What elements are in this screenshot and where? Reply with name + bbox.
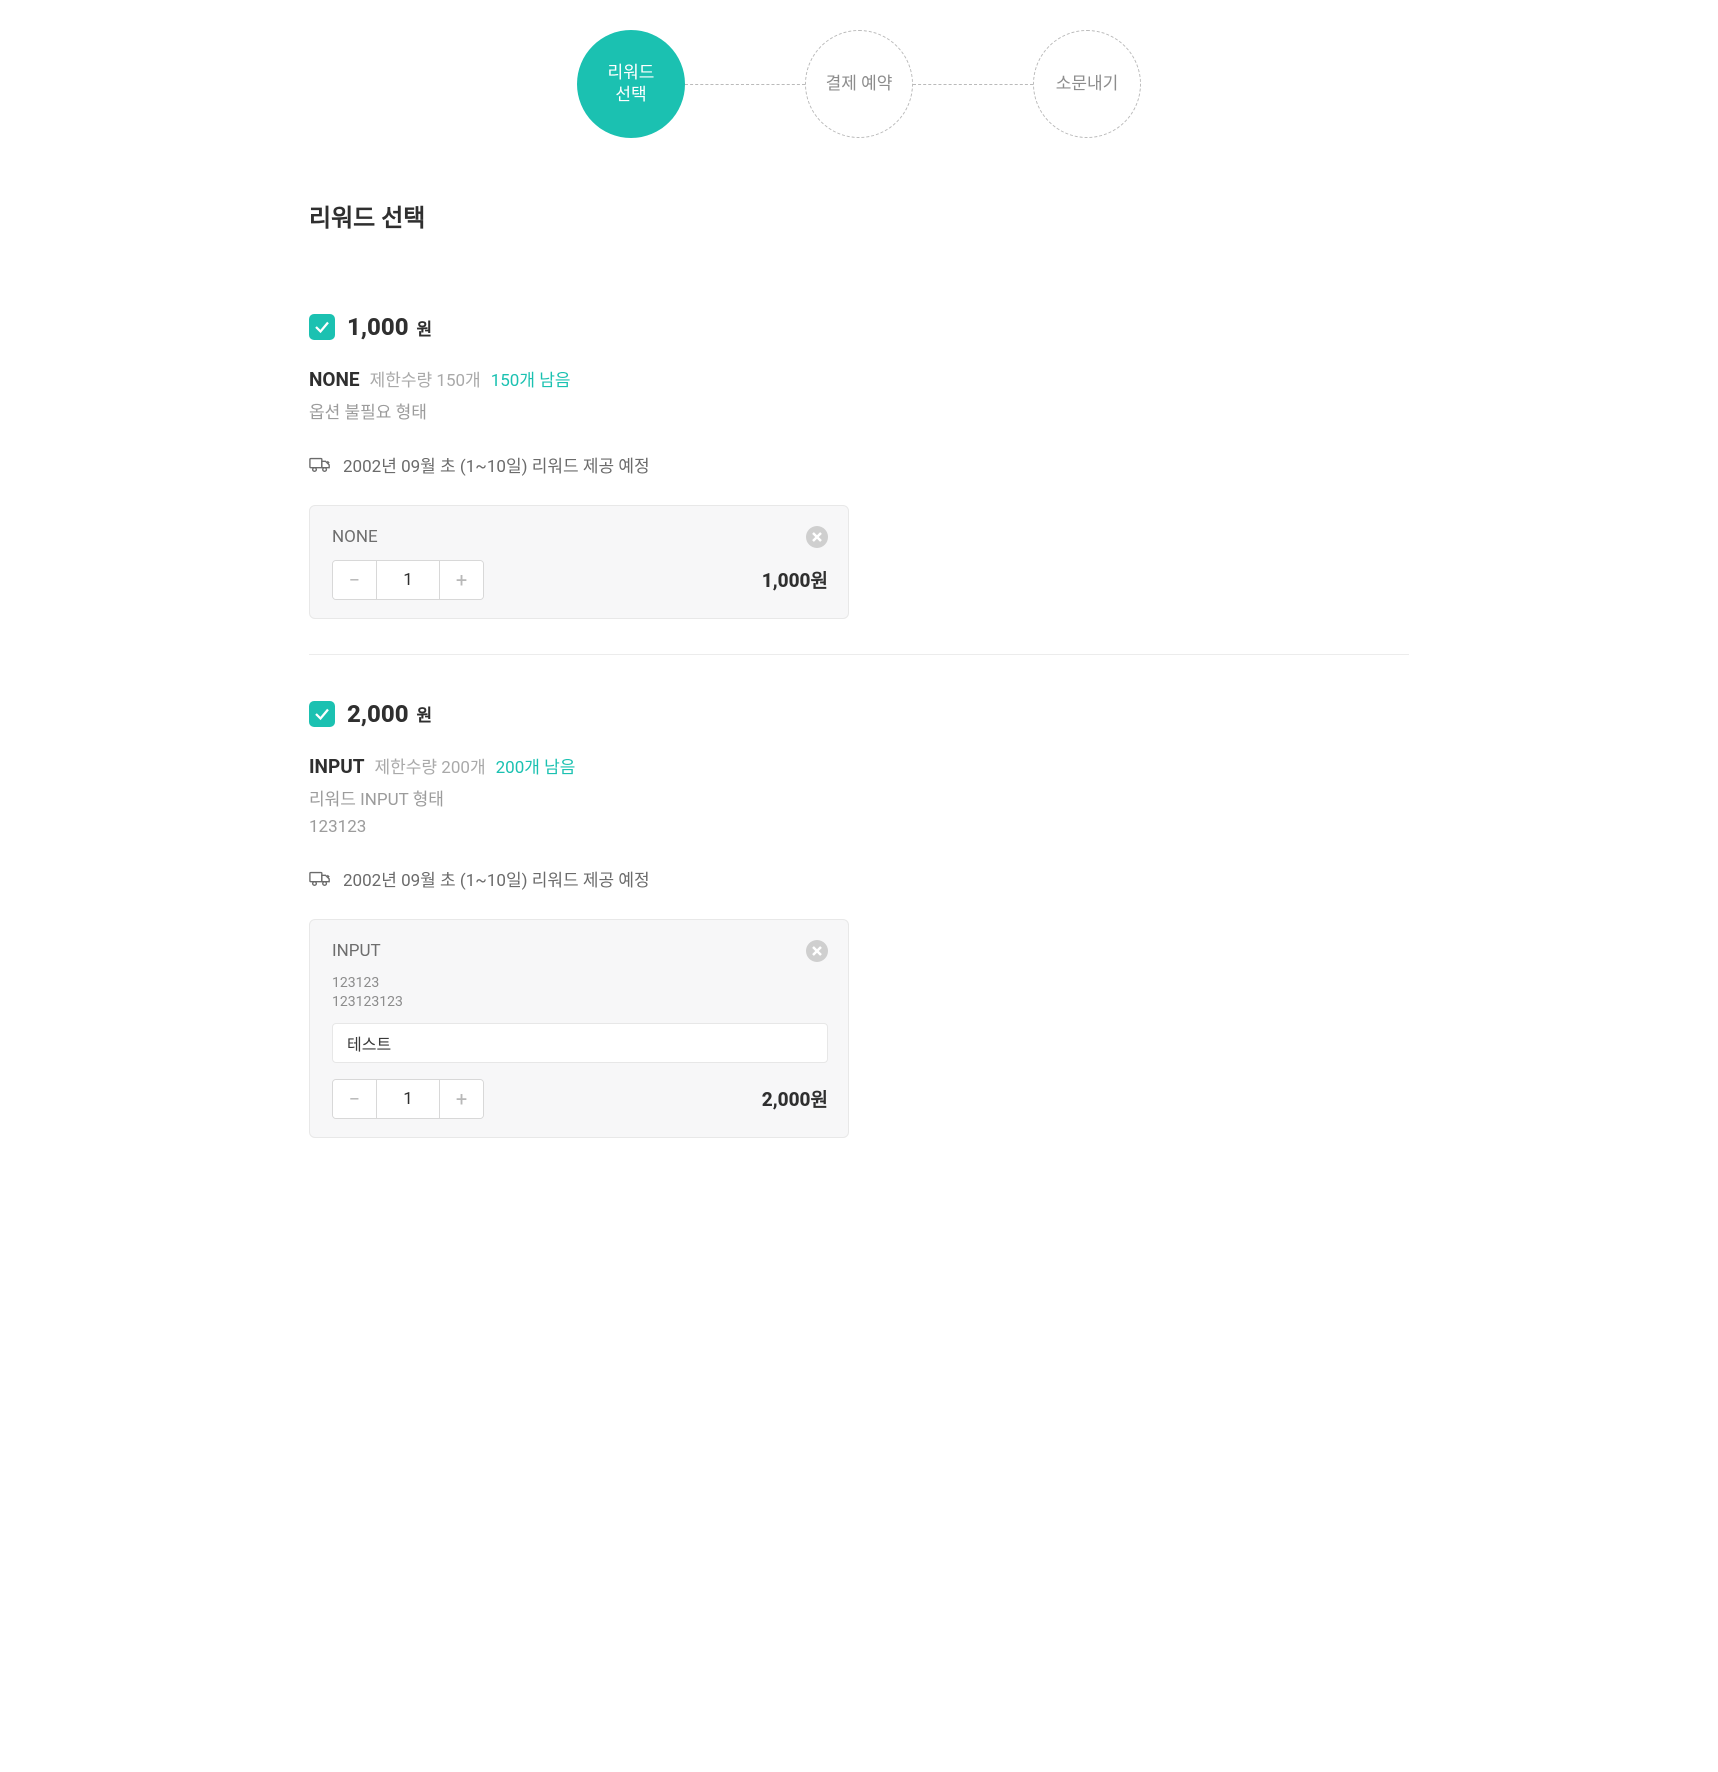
check-icon <box>313 318 331 336</box>
selection-card: NONE − 1 + 1,000원 <box>309 505 849 619</box>
quantity-stepper: − 1 + <box>332 560 484 600</box>
reward-price: 1,000 <box>347 313 409 341</box>
truck-icon <box>309 455 331 473</box>
reward-item: 1,000 원 NONE 제한수량 150개 150개 남음 옵션 불필요 형태… <box>309 313 1409 654</box>
quantity-value: 1 <box>377 1080 439 1118</box>
reward-price-row[interactable]: 1,000 원 <box>309 313 1409 341</box>
selection-subtotal: 1,000원 <box>762 566 828 593</box>
step-payment: 결제 예약 <box>805 30 913 138</box>
reward-description: 리워드 INPUT 형태 <box>309 788 1409 814</box>
section-title: 리워드 선택 <box>309 198 1409 233</box>
quantity-stepper: − 1 + <box>332 1079 484 1119</box>
selection-title: NONE <box>332 527 378 547</box>
remove-selection-button[interactable] <box>806 940 828 962</box>
selection-card: INPUT 123123 123123123 − 1 + 2,000원 <box>309 919 849 1138</box>
remove-selection-button[interactable] <box>806 526 828 548</box>
reward-name: NONE <box>309 368 360 391</box>
step-connector <box>913 84 1033 85</box>
selection-title: INPUT <box>332 941 381 961</box>
reward-name-row: NONE 제한수량 150개 150개 남음 <box>309 366 1409 391</box>
reward-name-row: INPUT 제한수량 200개 200개 남음 <box>309 753 1409 778</box>
reward-limit: 제한수량 200개 <box>375 753 486 778</box>
delivery-text: 2002년 09월 초 (1~10일) 리워드 제공 예정 <box>343 866 650 891</box>
quantity-minus-button[interactable]: − <box>333 561 377 599</box>
step-label: 결제 예약 <box>826 73 893 95</box>
quantity-plus-button[interactable]: + <box>439 561 483 599</box>
quantity-plus-button[interactable]: + <box>439 1080 483 1118</box>
selection-subtotal: 2,000원 <box>762 1085 828 1112</box>
reward-limit: 제한수량 150개 <box>370 366 481 391</box>
check-icon <box>313 705 331 723</box>
truck-icon <box>309 869 331 887</box>
quantity-value: 1 <box>377 561 439 599</box>
delivery-text: 2002년 09월 초 (1~10일) 리워드 제공 예정 <box>343 452 650 477</box>
reward-price-row[interactable]: 2,000 원 <box>309 700 1409 728</box>
step-label: 리워드선택 <box>608 62 655 106</box>
reward-remaining: 150개 남음 <box>491 366 571 391</box>
step-reward: 리워드선택 <box>577 30 685 138</box>
currency-unit: 원 <box>417 701 433 726</box>
option-text-input[interactable] <box>332 1023 828 1063</box>
reward-checkbox[interactable] <box>309 314 335 340</box>
reward-checkbox[interactable] <box>309 701 335 727</box>
progress-stepper: 리워드선택 결제 예약 소문내기 <box>309 30 1409 138</box>
selection-subline: 123123123 <box>332 993 828 1013</box>
reward-description: 옵션 불필요 형태 <box>309 401 1409 427</box>
reward-name: INPUT <box>309 755 365 778</box>
step-label: 소문내기 <box>1056 73 1119 95</box>
reward-remaining: 200개 남음 <box>496 753 576 778</box>
delivery-row: 2002년 09월 초 (1~10일) 리워드 제공 예정 <box>309 452 1409 477</box>
step-share: 소문내기 <box>1033 30 1141 138</box>
close-icon <box>812 532 822 542</box>
currency-unit: 원 <box>417 315 433 340</box>
step-connector <box>685 84 805 85</box>
close-icon <box>812 946 822 956</box>
reward-item: 2,000 원 INPUT 제한수량 200개 200개 남음 리워드 INPU… <box>309 654 1409 1173</box>
quantity-minus-button[interactable]: − <box>333 1080 377 1118</box>
selection-subline: 123123 <box>332 974 828 994</box>
reward-description: 123123 <box>309 815 1409 841</box>
selection-sublines: 123123 123123123 <box>332 974 828 1013</box>
reward-price: 2,000 <box>347 700 409 728</box>
delivery-row: 2002년 09월 초 (1~10일) 리워드 제공 예정 <box>309 866 1409 891</box>
